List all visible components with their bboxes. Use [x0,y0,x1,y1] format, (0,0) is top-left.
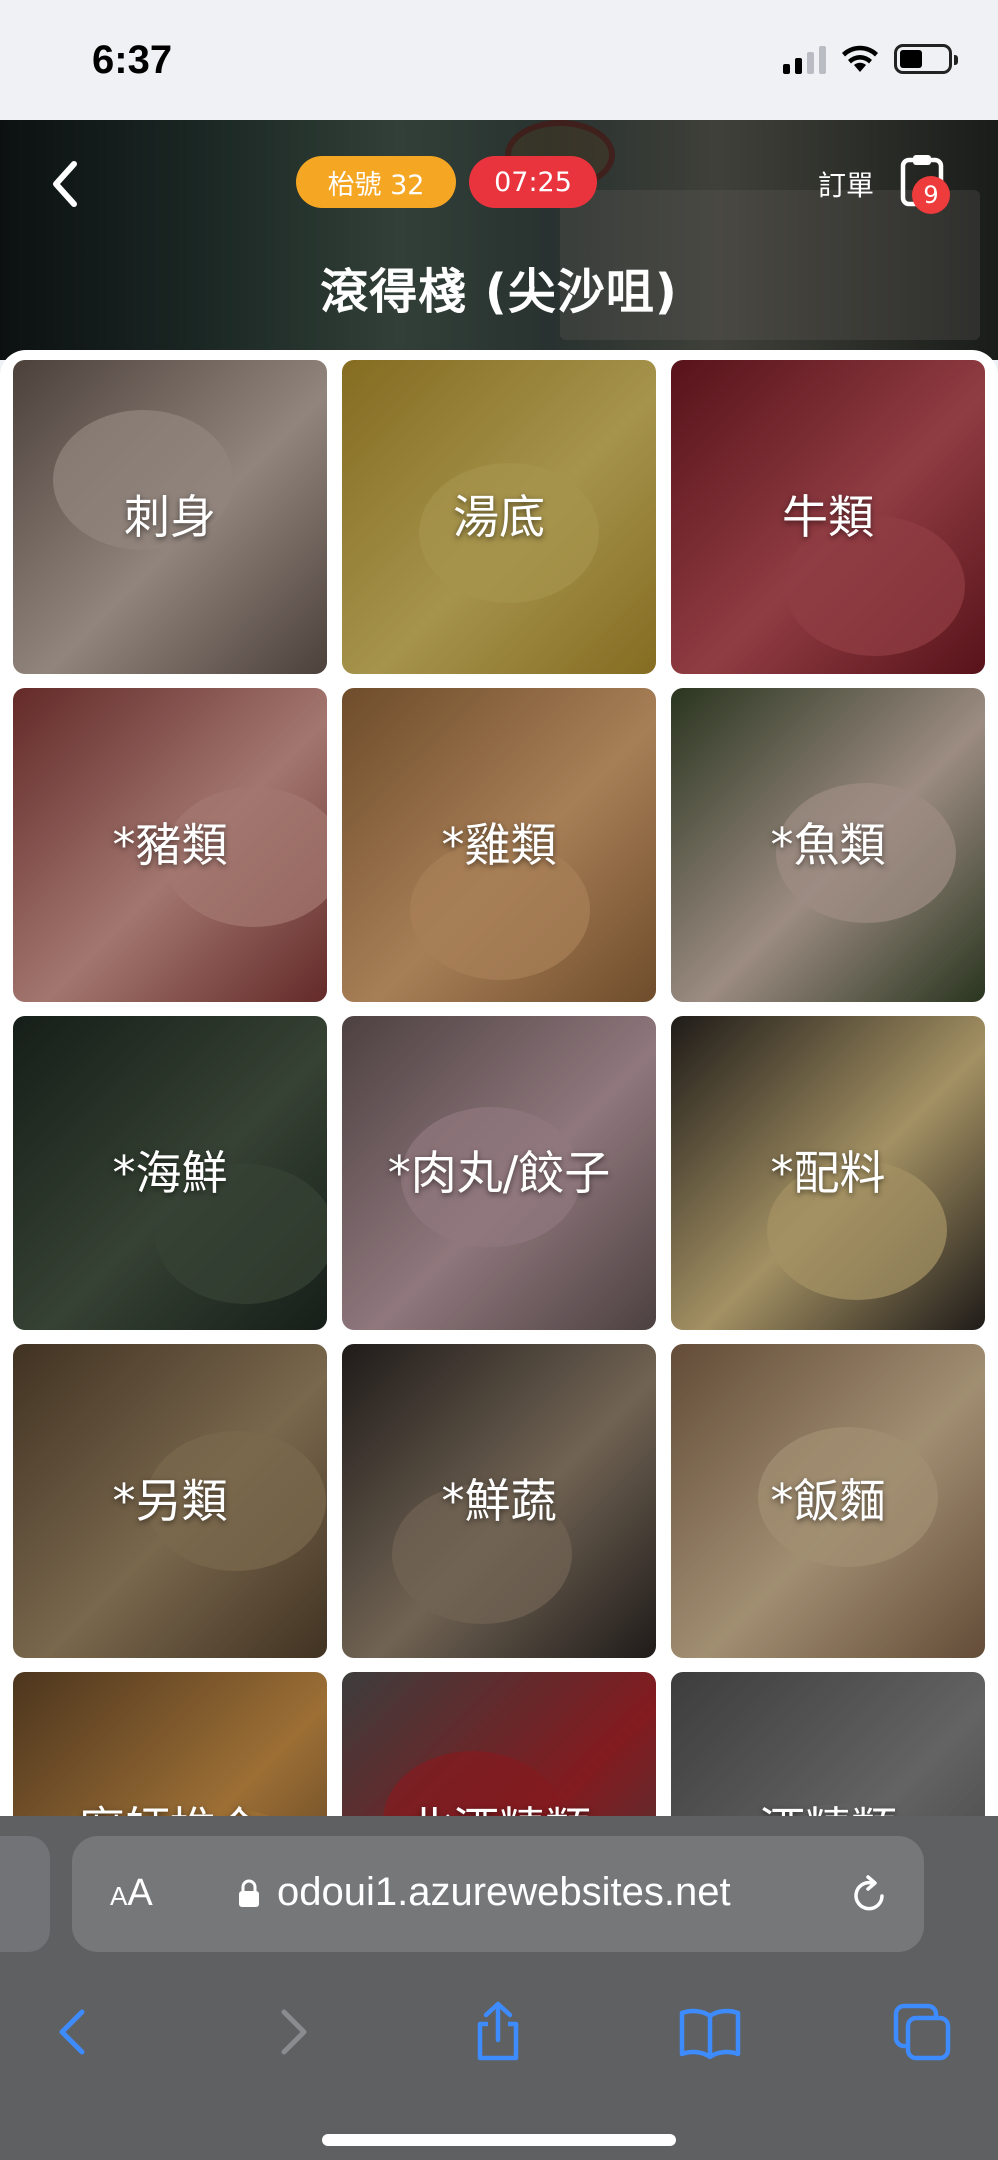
category-tile[interactable]: *飯麵 [671,1344,985,1658]
order-count-badge: 9 [912,176,950,214]
category-label: 湯底 [453,489,545,544]
category-tile[interactable]: *海鮮 [13,1016,327,1330]
text-size-button[interactable]: AA [110,1872,153,1915]
category-label: *配料 [770,1145,886,1200]
category-tile[interactable]: 湯底 [342,360,656,674]
category-tile[interactable]: *配料 [671,1016,985,1330]
category-grid: 刺身 湯底 牛類 *豬類 *雞類 *魚類 *海鮮 *肉丸/餃子 *配料 *另類 *鮮蔬 *飯麵廚師推介… [13,360,985,1816]
category-tile[interactable]: 北酒精類 [342,1672,656,1816]
bookmarks-icon[interactable] [678,2000,742,2064]
wifi-icon [842,45,878,72]
status-bar: 6:37 [0,0,998,120]
forward-icon[interactable] [258,2000,322,2064]
address-bar[interactable]: AA odoui1.azurewebsites.net [72,1836,924,1952]
category-tile[interactable]: 酒精類 [671,1672,985,1816]
browser-nav-row [0,1982,998,2082]
category-label: *豬類 [112,817,228,872]
category-label: 廚師推介 [38,1802,302,1816]
lock-icon [239,1879,259,1907]
store-name-title: 滾得棧 (尖沙咀) [320,264,678,320]
category-tile[interactable]: *鮮蔬 [342,1344,656,1658]
reload-icon[interactable] [848,1874,890,1916]
back-icon[interactable] [44,2000,108,2064]
tabs-icon[interactable] [890,2000,954,2064]
order-button-label[interactable]: 訂單 [818,164,874,204]
category-tile[interactable]: 廚師推介 [13,1672,327,1816]
category-label: 刺身 [124,489,216,544]
category-label: 北酒精類 [367,1802,631,1816]
category-tile[interactable]: *另類 [13,1344,327,1658]
category-label: *肉丸/餃子 [387,1145,611,1200]
status-time: 6:37 [92,38,173,82]
table-number-badge: 枱號 32 [296,156,456,208]
browser-toolbar: AA odoui1.azurewebsites.net [0,1816,998,2160]
restaurant-header: 枱號 32 07:25 訂單 9 滾得棧 (尖沙咀) [0,120,998,360]
battery-icon [894,44,958,74]
category-label: *飯麵 [770,1473,886,1528]
category-label: 酒精類 [719,1802,937,1816]
category-tile[interactable]: 刺身 [13,360,327,674]
menu-content: 刺身 湯底 牛類 *豬類 *雞類 *魚類 *海鮮 *肉丸/餃子 *配料 *另類 *鮮蔬 *飯麵廚師推介… [0,350,998,1816]
category-label: *另類 [112,1473,228,1528]
category-tile[interactable]: *魚類 [671,688,985,1002]
back-chevron-icon[interactable] [44,156,84,212]
category-tile[interactable]: *豬類 [13,688,327,1002]
previous-tab-preview[interactable] [0,1836,50,1952]
session-timer-badge: 07:25 [469,156,597,208]
status-icons [783,44,958,74]
category-label: *海鮮 [112,1145,228,1200]
category-label: *鮮蔬 [441,1473,557,1528]
home-indicator [322,2134,676,2146]
cellular-signal-icon [783,44,826,74]
url-text[interactable]: odoui1.azurewebsites.net [277,1870,731,1915]
category-label: 牛類 [782,489,874,544]
category-tile[interactable]: *肉丸/餃子 [342,1016,656,1330]
category-label: *魚類 [770,817,886,872]
category-tile[interactable]: 牛類 [671,360,985,674]
share-icon[interactable] [466,2000,530,2064]
category-tile[interactable]: *雞類 [342,688,656,1002]
category-label: *雞類 [441,817,557,872]
